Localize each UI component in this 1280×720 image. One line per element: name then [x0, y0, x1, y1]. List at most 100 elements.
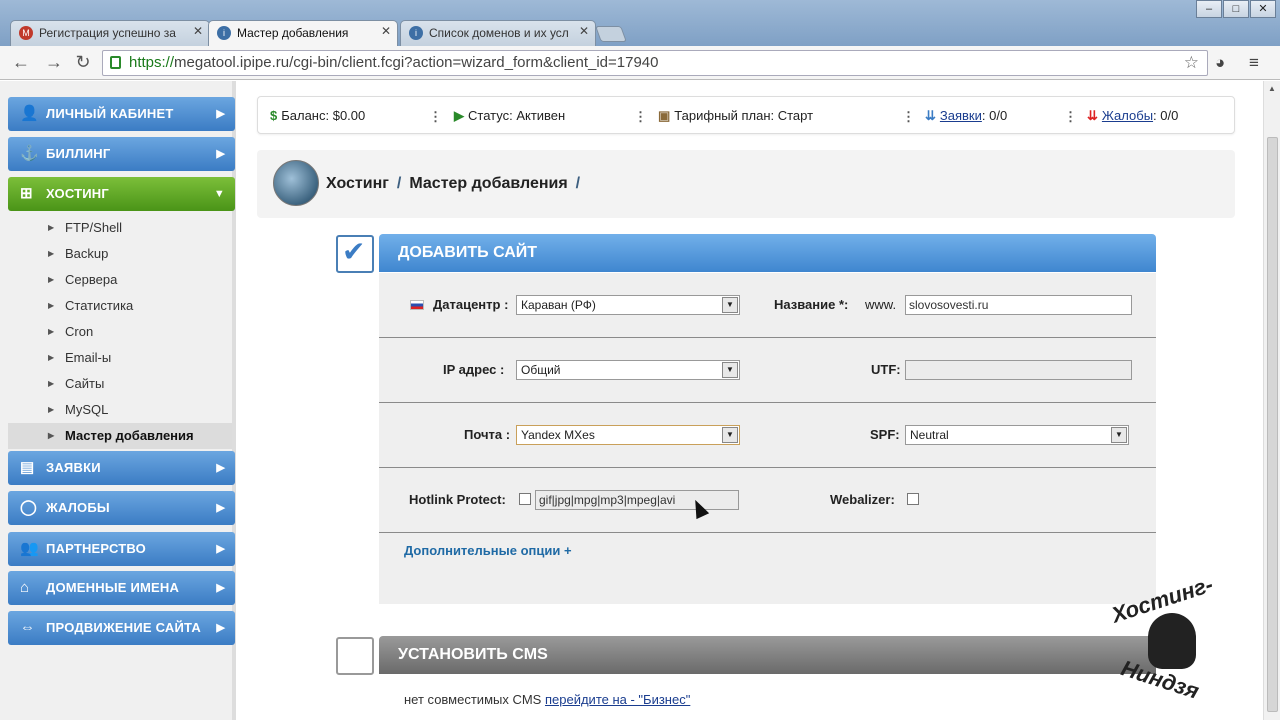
add-site-checkbox[interactable]: ✔ — [336, 235, 374, 273]
sidebar-item-label: ХОСТИНГ — [46, 186, 109, 201]
ninja-icon — [1148, 613, 1196, 669]
mail-value: Yandex MXes — [521, 428, 595, 442]
spf-label: SPF: — [870, 427, 900, 442]
form-row-hotlink: Hotlink Protect: gif|jpg|mpg|mp3|mpeg|av… — [379, 468, 1156, 533]
form-row-datacenter: Датацентр : Караван (РФ) ▼ Название *: w… — [379, 273, 1156, 338]
tab-wizard[interactable]: i Мастер добавления ✕ — [208, 20, 398, 46]
sidebar-item-domains[interactable]: ⌂ ДОМЕННЫЕ ИМЕНА ▶ — [8, 571, 235, 605]
balance: $ Баланс: $0.00 — [270, 97, 365, 135]
sidebar-sub-backup[interactable]: ▶ Backup — [8, 241, 232, 267]
sidebar-item-complaints[interactable]: ◯ ЖАЛОБЫ ▶ — [8, 491, 235, 525]
chevron-down-icon: ▼ — [213, 188, 225, 200]
hotlink-extensions-input[interactable]: gif|jpg|mpg|mp3|mpeg|avi — [535, 490, 739, 510]
ip-value: Общий — [521, 363, 561, 377]
breadcrumb: Хостинг / Мастер добавления / — [326, 175, 588, 193]
form-row-mail: Почта : Yandex MXes ▼ SPF: Neutral ▼ — [379, 403, 1156, 468]
requests-link[interactable]: Заявки — [940, 108, 982, 123]
sidebar-sub-label: Email-ы — [65, 350, 112, 365]
new-tab-button[interactable] — [595, 26, 627, 42]
chevron-right-icon: ▶ — [216, 502, 225, 514]
user-icon: 👤 — [20, 105, 39, 122]
tab-registration[interactable]: M Регистрация успешно за ✕ — [10, 20, 210, 46]
sidebar-sub-sites[interactable]: ▶ Сайты — [8, 371, 232, 397]
cms-note-text: нет совместимых CMS — [404, 692, 542, 707]
bullet-icon: ▶ — [48, 249, 55, 258]
url-scheme: https:// — [129, 54, 175, 71]
dropdown-icon: ▼ — [722, 297, 738, 313]
ip-select[interactable]: Общий ▼ — [516, 360, 740, 380]
window-controls: – □ ✕ — [1195, 0, 1276, 18]
spf-select[interactable]: Neutral ▼ — [905, 425, 1129, 445]
hosting-icon: ⊞ — [20, 185, 33, 202]
sidebar-sub-mysql[interactable]: ▶ MySQL — [8, 397, 232, 423]
sidebar-item-requests[interactable]: ▤ ЗАЯВКИ ▶ — [8, 451, 235, 485]
sidebar-sub-email[interactable]: ▶ Email-ы — [8, 345, 232, 371]
mail-select[interactable]: Yandex MXes ▼ — [516, 425, 740, 445]
tab-domains[interactable]: i Список доменов и их усл ✕ — [400, 20, 596, 46]
browser-tab-bar: M Регистрация успешно за ✕ i Мастер доба… — [0, 0, 1280, 46]
close-icon[interactable]: ✕ — [193, 24, 203, 38]
spf-value: Neutral — [910, 428, 949, 442]
bullet-icon: ▶ — [48, 327, 55, 336]
complaints-link[interactable]: Жалобы — [1102, 108, 1153, 123]
ip-label: IP адрес : — [443, 362, 505, 377]
menu-icon[interactable]: ≡ — [1249, 53, 1259, 73]
maximize-button[interactable]: □ — [1223, 0, 1249, 18]
site-name-label: Название *: — [774, 297, 849, 312]
separator: ⋮ — [429, 109, 442, 124]
tab-label: Список доменов и их усл — [429, 26, 569, 40]
hotlink-label: Hotlink Protect: — [409, 492, 506, 507]
close-icon[interactable]: ✕ — [579, 24, 589, 38]
arrows-icon: ⇔ — [20, 619, 36, 636]
tariff-plan: ▣ Тарифный план: Старт — [658, 97, 813, 135]
russia-flag-icon — [410, 300, 424, 310]
separator: ⋮ — [1064, 109, 1077, 124]
sidebar-sub-servers[interactable]: ▶ Сервера — [8, 267, 232, 293]
extension-icon[interactable]: ◕ — [1215, 53, 1225, 73]
install-cms-checkbox[interactable] — [336, 637, 374, 675]
utf-label: UTF: — [871, 362, 901, 377]
reload-icon[interactable]: ↻ — [72, 52, 94, 73]
address-bar[interactable]: https://megatool.ipipe.ru/cgi-bin/client… — [102, 50, 1208, 76]
datacenter-select[interactable]: Караван (РФ) ▼ — [516, 295, 740, 315]
forward-icon[interactable]: → — [43, 52, 65, 73]
chevron-right-icon: ▶ — [216, 622, 225, 634]
webalizer-checkbox[interactable] — [907, 493, 919, 505]
sidebar-item-promotion[interactable]: ⇔ ПРОДВИЖЕНИЕ САЙТА ▶ — [8, 611, 235, 645]
close-window-button[interactable]: ✕ — [1250, 0, 1276, 18]
requests-count: : 0/0 — [981, 108, 1008, 123]
browser-toolbar: ← → ↻ https://megatool.ipipe.ru/cgi-bin/… — [0, 46, 1280, 80]
sidebar-sub-wizard[interactable]: ▶ Мастер добавления — [8, 423, 232, 449]
home-icon: ⌂ — [20, 579, 30, 596]
mail-label: Почта : — [464, 427, 511, 442]
site-name-input[interactable]: slovosovesti.ru — [905, 295, 1132, 315]
sidebar-item-cabinet[interactable]: 👤 ЛИЧНЫЙ КАБИНЕТ ▶ — [8, 97, 235, 131]
breadcrumb-separator: / — [575, 175, 581, 192]
close-icon[interactable]: ✕ — [381, 24, 391, 38]
sidebar-sub-cron[interactable]: ▶ Cron — [8, 319, 232, 345]
sidebar-item-partnership[interactable]: 👥 ПАРТНЕРСТВО ▶ — [8, 532, 235, 566]
bullet-icon: ▶ — [48, 223, 55, 232]
hosting-ninja-watermark: Хостинг- Ниндзя — [1109, 571, 1240, 717]
ipipe-icon: i — [409, 26, 423, 40]
sidebar-sub-ftp[interactable]: ▶ FTP/Shell — [8, 215, 232, 241]
users-icon: 👥 — [20, 540, 39, 557]
breadcrumb-hosting[interactable]: Хостинг — [326, 175, 389, 192]
scroll-thumb[interactable] — [1267, 137, 1278, 712]
minimize-button[interactable]: – — [1196, 0, 1222, 18]
sidebar-item-billing[interactable]: ⚓ БИЛЛИНГ ▶ — [8, 137, 235, 171]
scroll-up-icon[interactable]: ▲ — [1268, 84, 1276, 93]
hotlink-checkbox[interactable] — [519, 493, 531, 505]
sidebar-sub-stats[interactable]: ▶ Статистика — [8, 293, 232, 319]
play-icon: ▶ — [454, 108, 464, 123]
sidebar-item-hosting[interactable]: ⊞ ХОСТИНГ ▼ — [8, 177, 235, 211]
back-icon[interactable]: ← — [10, 52, 32, 73]
sidebar-item-label: ЖАЛОБЫ — [46, 500, 110, 515]
star-icon[interactable]: ☆ — [1184, 51, 1199, 75]
form-row-ip: IP адрес : Общий ▼ UTF: — [379, 338, 1156, 403]
dropdown-icon: ▼ — [722, 362, 738, 378]
business-plan-link[interactable]: перейдите на - "Бизнес" — [545, 692, 690, 707]
document-icon: ▤ — [20, 459, 35, 476]
page-scrollbar[interactable]: ▲ — [1263, 81, 1280, 720]
more-options-link[interactable]: Дополнительные опции + — [404, 543, 572, 558]
